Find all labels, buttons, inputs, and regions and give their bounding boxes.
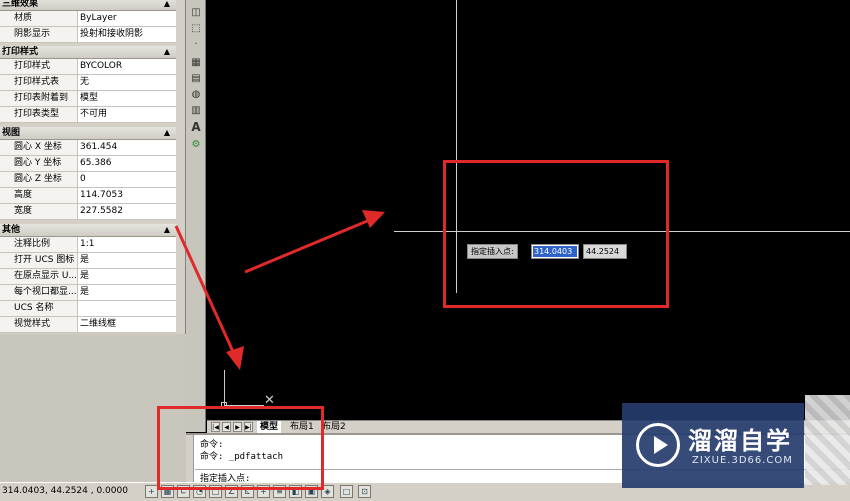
property-value[interactable]: 114.7053: [78, 188, 176, 203]
property-row[interactable]: 在原点显示 U... 是: [0, 269, 176, 285]
property-key: 每个视口都显...: [0, 285, 78, 300]
property-value[interactable]: ByLayer: [78, 11, 176, 26]
property-value[interactable]: 65.386: [78, 156, 176, 171]
property-key: 打开 UCS 图标: [0, 253, 78, 268]
property-value[interactable]: [78, 301, 176, 316]
property-value[interactable]: 361.454: [78, 140, 176, 155]
collapse-caret-icon[interactable]: ▲: [164, 0, 170, 10]
group-title: 打印样式: [2, 47, 39, 57]
property-key: 圆心 Y 坐标: [0, 156, 78, 171]
table-grid-icon[interactable]: ▦: [189, 56, 203, 70]
group-view: 视图 ▲ 圆心 X 坐标 361.454 圆心 Y 坐标 65.386 圆心 Z 坐…: [0, 127, 176, 220]
blurred-corner: [805, 395, 850, 485]
property-row[interactable]: 材质 ByLayer: [0, 11, 176, 27]
property-row[interactable]: 每个视口都显... 是: [0, 285, 176, 301]
property-key: 打印表附着到: [0, 91, 78, 106]
property-row[interactable]: 打开 UCS 图标是: [0, 253, 176, 269]
group-header[interactable]: 打印样式 ▲: [0, 46, 176, 59]
property-row[interactable]: 打印样式 BYCOLOR: [0, 59, 176, 75]
group-3d-effects: 三维效果 ▲ 材质 ByLayer 阴影显示 投射和接收阴影: [0, 0, 176, 43]
property-key: 材质: [0, 11, 78, 26]
property-key: UCS 名称: [0, 301, 78, 316]
play-logo-icon: [636, 423, 680, 467]
property-value[interactable]: 227.5582: [78, 204, 176, 219]
draw-toolbar: ◫ ⬚ · ▦ ▤ ◍ ▥ A ⚙: [186, 0, 206, 432]
property-value[interactable]: 是: [78, 269, 176, 284]
gradient-icon[interactable]: ▤: [189, 72, 203, 86]
watermark-title: 溜溜自学: [688, 427, 792, 455]
model-space-icon[interactable]: □: [340, 485, 353, 498]
group-header[interactable]: 三维效果 ▲: [0, 0, 176, 11]
property-value[interactable]: BYCOLOR: [78, 59, 176, 74]
group-title: 三维效果: [2, 0, 39, 9]
property-key: 圆心 X 坐标: [0, 140, 78, 155]
property-row[interactable]: 视觉样式 二维线框: [0, 317, 176, 333]
watermark-url: ZIXUE.3D66.COM: [692, 455, 793, 466]
highlight-box-command-line: [157, 406, 324, 490]
collapse-caret-icon[interactable]: ▲: [164, 127, 170, 139]
group-title: 视图: [2, 128, 21, 138]
watermark: 溜溜自学 ZIXUE.3D66.COM: [622, 403, 804, 488]
group-header[interactable]: 视图 ▲: [0, 127, 176, 140]
property-row[interactable]: 打印表附着到 模型: [0, 91, 176, 107]
property-row[interactable]: 圆心 Z 坐标 0: [0, 172, 176, 188]
property-value[interactable]: 0: [78, 172, 176, 187]
group-header[interactable]: 其他 ▲: [0, 224, 176, 237]
property-value[interactable]: 二维线框: [78, 317, 176, 332]
property-value[interactable]: 不可用: [78, 107, 176, 122]
property-value[interactable]: 无: [78, 75, 176, 90]
property-key: 打印表类型: [0, 107, 78, 122]
property-row[interactable]: UCS 名称: [0, 301, 176, 317]
property-value[interactable]: 1:1: [78, 237, 176, 252]
text-icon[interactable]: A: [189, 120, 203, 134]
property-row[interactable]: 宽度 227.5582: [0, 204, 176, 220]
property-key: 阴影显示: [0, 27, 78, 42]
property-key: 圆心 Z 坐标: [0, 172, 78, 187]
collapse-caret-icon[interactable]: ▲: [164, 224, 170, 236]
property-value[interactable]: 模型: [78, 91, 176, 106]
property-key: 高度: [0, 188, 78, 203]
property-row[interactable]: 圆心 X 坐标 361.454: [0, 140, 176, 156]
property-key: 打印样式表: [0, 75, 78, 90]
property-key: 在原点显示 U...: [0, 269, 78, 284]
group-plot-style: 打印样式 ▲ 打印样式 BYCOLOR 打印样式表无 打印表附着到 模型 打印表类型…: [0, 46, 176, 123]
property-value[interactable]: 投射和接收阴影: [78, 27, 176, 42]
hatch-icon[interactable]: ⬚: [189, 22, 203, 36]
add-selected-icon[interactable]: ⚙: [189, 138, 203, 152]
property-key: 注释比例: [0, 237, 78, 252]
collapse-caret-icon[interactable]: ▲: [164, 46, 170, 58]
property-row[interactable]: 注释比例 1:1: [0, 237, 176, 253]
highlight-box-dynamic-input: [443, 160, 669, 308]
property-row[interactable]: 打印样式表无: [0, 75, 176, 91]
ucs-icon-y-axis: [224, 370, 225, 406]
group-misc: 其他 ▲ 注释比例 1:1 打开 UCS 图标是 在原点显示 U... 是 每个视口…: [0, 224, 176, 333]
point-icon[interactable]: ·: [189, 38, 203, 52]
group-title: 其他: [2, 225, 21, 235]
region-icon[interactable]: ◫: [189, 6, 203, 20]
property-value[interactable]: 是: [78, 285, 176, 300]
property-row[interactable]: 圆心 Y 坐标 65.386: [0, 156, 176, 172]
quick-view-icon[interactable]: ⊡: [358, 485, 371, 498]
property-key: 打印样式: [0, 59, 78, 74]
boundary-icon[interactable]: ◍: [189, 88, 203, 102]
property-key: 视觉样式: [0, 317, 78, 332]
coordinate-readout: 314.0403, 44.2524 , 0.0000: [2, 486, 128, 496]
table-icon[interactable]: ▥: [189, 104, 203, 118]
property-key: 宽度: [0, 204, 78, 219]
property-row[interactable]: 高度 114.7053: [0, 188, 176, 204]
property-value[interactable]: 是: [78, 253, 176, 268]
property-row[interactable]: 打印表类型 不可用: [0, 107, 176, 123]
property-row[interactable]: 阴影显示 投射和接收阴影: [0, 27, 176, 43]
